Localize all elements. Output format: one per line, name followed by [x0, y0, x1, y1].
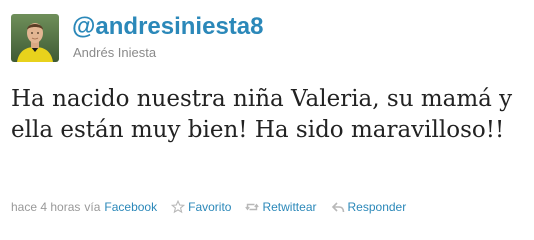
- avatar-image: [11, 14, 59, 62]
- tweet-text: Ha nacido nuestra niña Valeria, su mamá …: [11, 86, 513, 143]
- user-full-name: Andrés Iniesta: [73, 45, 157, 60]
- user-handle-link[interactable]: @andresiniesta8: [72, 13, 263, 41]
- tweet-card: @andresiniesta8 Andrés Iniesta Ha nacido…: [0, 0, 534, 240]
- retweet-icon: [245, 200, 260, 214]
- star-icon: [171, 200, 186, 214]
- favorite-label: Favorito: [188, 200, 232, 214]
- source-link[interactable]: Facebook: [104, 200, 157, 214]
- via-label: vía: [84, 200, 101, 214]
- avatar[interactable]: [11, 14, 59, 62]
- retweet-button[interactable]: Retwittear: [245, 200, 317, 214]
- tweet-meta-bar: hace 4 horas vía Facebook Favorito Retwi…: [11, 200, 406, 214]
- reply-icon: [331, 200, 345, 214]
- retweet-label: Retwittear: [262, 200, 317, 214]
- favorite-button[interactable]: Favorito: [171, 200, 231, 214]
- reply-label: Responder: [347, 200, 407, 214]
- timestamp-link[interactable]: hace 4 horas: [11, 200, 80, 214]
- reply-button[interactable]: Responder: [331, 200, 407, 214]
